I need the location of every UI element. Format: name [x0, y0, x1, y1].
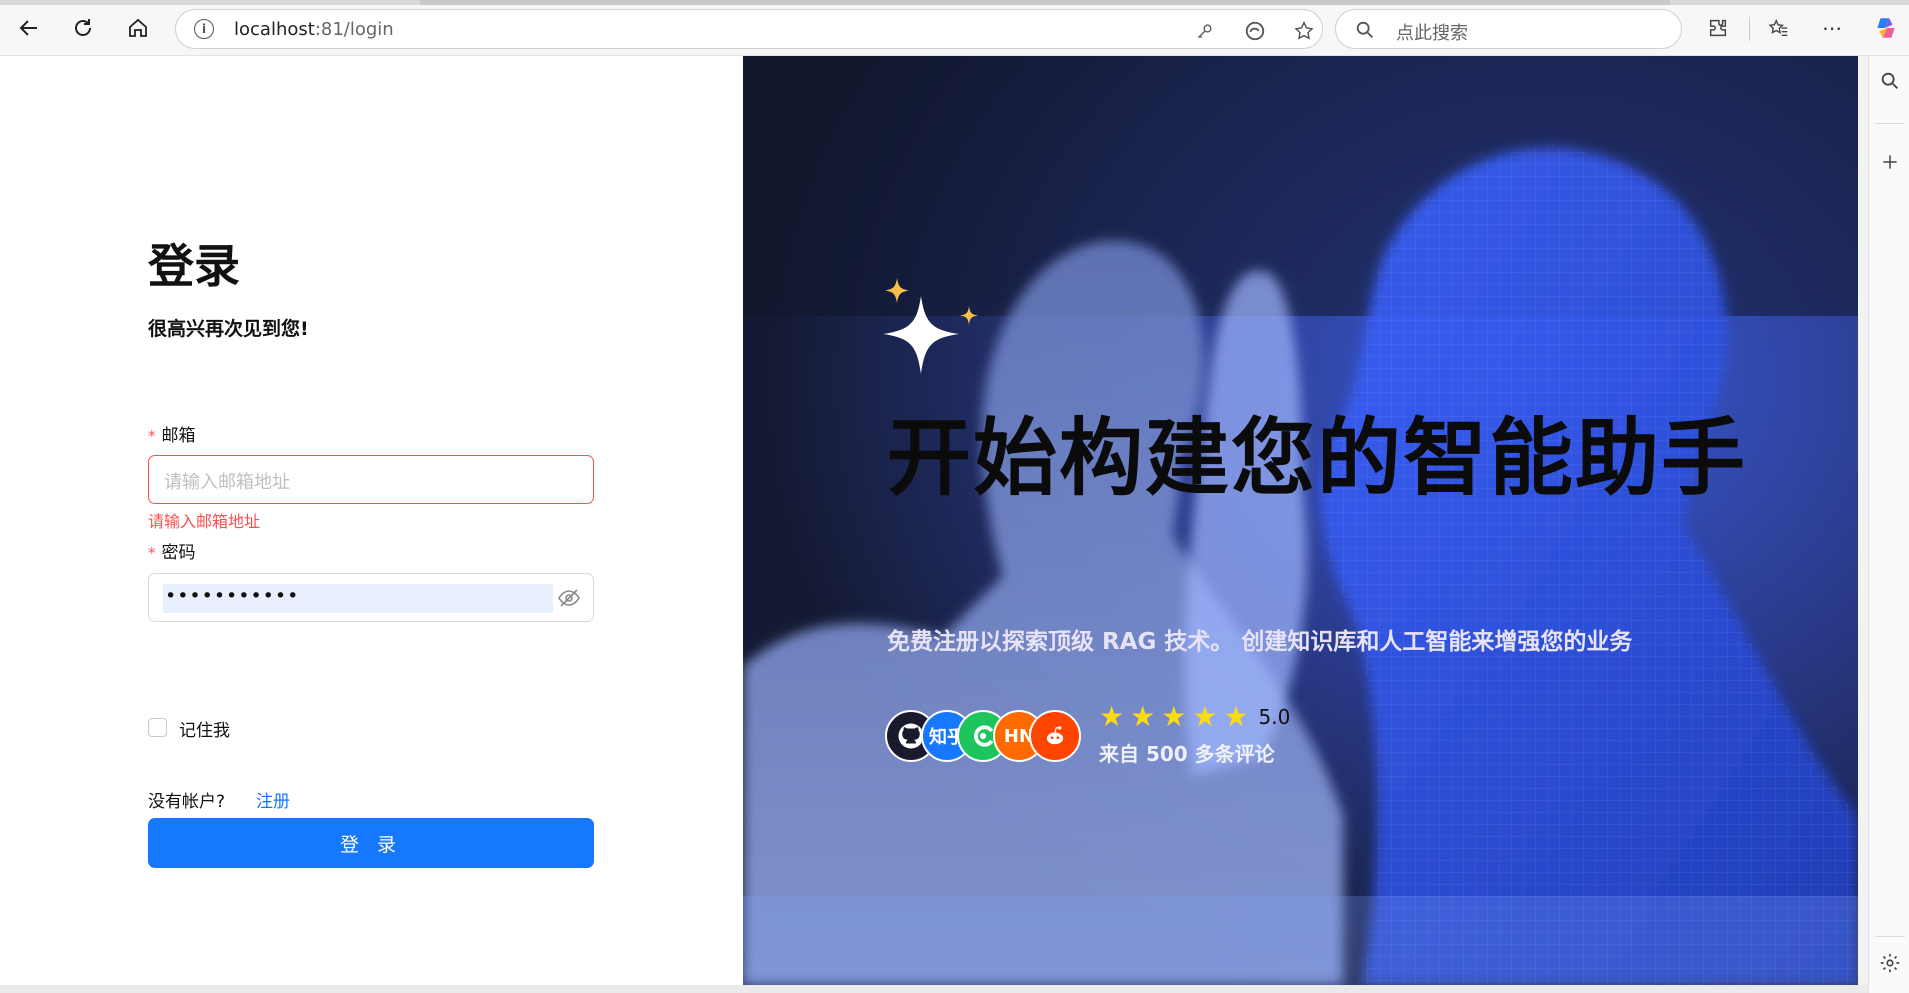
- edge-app-icon[interactable]: [1242, 19, 1268, 43]
- bottom-scroll-strip: [0, 985, 1868, 993]
- sidebar-search-icon[interactable]: [1877, 68, 1903, 94]
- star-icon: ★: [1192, 700, 1218, 733]
- email-label-text: 邮箱: [161, 426, 196, 446]
- email-field[interactable]: 请输入邮箱地址: [148, 455, 594, 504]
- password-label-text: 密码: [161, 543, 196, 563]
- community-avatars: 知乎 HN: [885, 710, 1085, 764]
- sidebar-divider: [1875, 123, 1905, 124]
- reddit-icon: [1029, 710, 1081, 762]
- search-icon: [1356, 21, 1373, 38]
- active-tab-indicator: [420, 0, 1670, 5]
- url-text[interactable]: localhost:81/login: [234, 19, 394, 40]
- browser-sidebar: [1868, 56, 1909, 993]
- browser-toolbar: i localhost:81/login 点此搜索 ⋯: [0, 0, 1909, 56]
- tab-strip: [0, 0, 1909, 5]
- login-panel: 登录 很高兴再次见到您! * 邮箱 请输入邮箱地址 请输入邮箱地址 * 密码 •••…: [0, 56, 743, 985]
- hero-background-image: [743, 56, 1858, 985]
- email-label: * 邮箱: [148, 421, 196, 446]
- toolbar-separator: [1749, 17, 1750, 41]
- address-bar[interactable]: i localhost:81/login: [175, 9, 1323, 49]
- site-info-icon[interactable]: i: [194, 19, 214, 39]
- back-icon[interactable]: [14, 13, 44, 43]
- copilot-icon[interactable]: [1871, 13, 1901, 43]
- favorite-star-icon[interactable]: [1291, 19, 1317, 43]
- search-placeholder: 点此搜索: [1396, 23, 1468, 44]
- star-icon: ★: [1130, 700, 1156, 733]
- key-icon[interactable]: [1192, 19, 1218, 43]
- sidebar-divider: [1875, 936, 1905, 937]
- favorites-icon[interactable]: [1764, 13, 1794, 43]
- password-value[interactable]: •••••••••••: [165, 585, 299, 607]
- email-placeholder: 请输入邮箱地址: [164, 472, 290, 493]
- password-field[interactable]: •••••••••••: [148, 573, 594, 622]
- page-viewport: 登录 很高兴再次见到您! * 邮箱 请输入邮箱地址 请输入邮箱地址 * 密码 •••…: [0, 56, 1858, 985]
- sparkle-icon: [883, 278, 978, 374]
- star-icon: ★: [1223, 700, 1249, 733]
- login-button[interactable]: 登 录: [148, 818, 594, 868]
- reviews-count: 来自 500 多条评论: [1099, 742, 1275, 766]
- eye-invisible-icon[interactable]: [557, 588, 581, 608]
- star-icon: ★: [1161, 700, 1187, 733]
- no-account-text: 没有帐户?: [148, 792, 226, 812]
- star-icon: ★: [1099, 700, 1125, 733]
- extensions-icon[interactable]: [1703, 13, 1733, 43]
- hero-panel: 开始构建您的智能助手 免费注册以探索顶级 RAG 技术。 创建知识库和人工智能来…: [743, 56, 1858, 985]
- remember-me-checkbox[interactable]: [148, 718, 167, 737]
- register-link[interactable]: 注册: [256, 787, 290, 812]
- hero-subtitle: 免费注册以探索顶级 RAG 技术。 创建知识库和人工智能来增强您的业务: [887, 629, 1633, 655]
- browser-search-box[interactable]: 点此搜索: [1335, 9, 1682, 49]
- email-error-message: 请输入邮箱地址: [148, 512, 261, 531]
- remember-me-label[interactable]: 记住我: [179, 716, 230, 741]
- welcome-subtitle: 很高兴再次见到您!: [148, 318, 309, 340]
- home-icon[interactable]: [123, 13, 153, 43]
- more-options-icon[interactable]: ⋯: [1817, 13, 1847, 43]
- settings-gear-icon[interactable]: [1877, 950, 1903, 976]
- required-mark: *: [148, 427, 156, 445]
- page-title: 登录: [148, 239, 240, 293]
- hero-title: 开始构建您的智能助手: [887, 409, 1748, 507]
- required-mark: *: [148, 544, 156, 562]
- reload-icon[interactable]: [68, 13, 98, 43]
- password-label: * 密码: [148, 538, 196, 563]
- rating-value: 5.0: [1258, 705, 1291, 729]
- add-icon[interactable]: [1877, 149, 1903, 175]
- rating-stars: ★ ★ ★ ★ ★ 5.0: [1099, 703, 1290, 731]
